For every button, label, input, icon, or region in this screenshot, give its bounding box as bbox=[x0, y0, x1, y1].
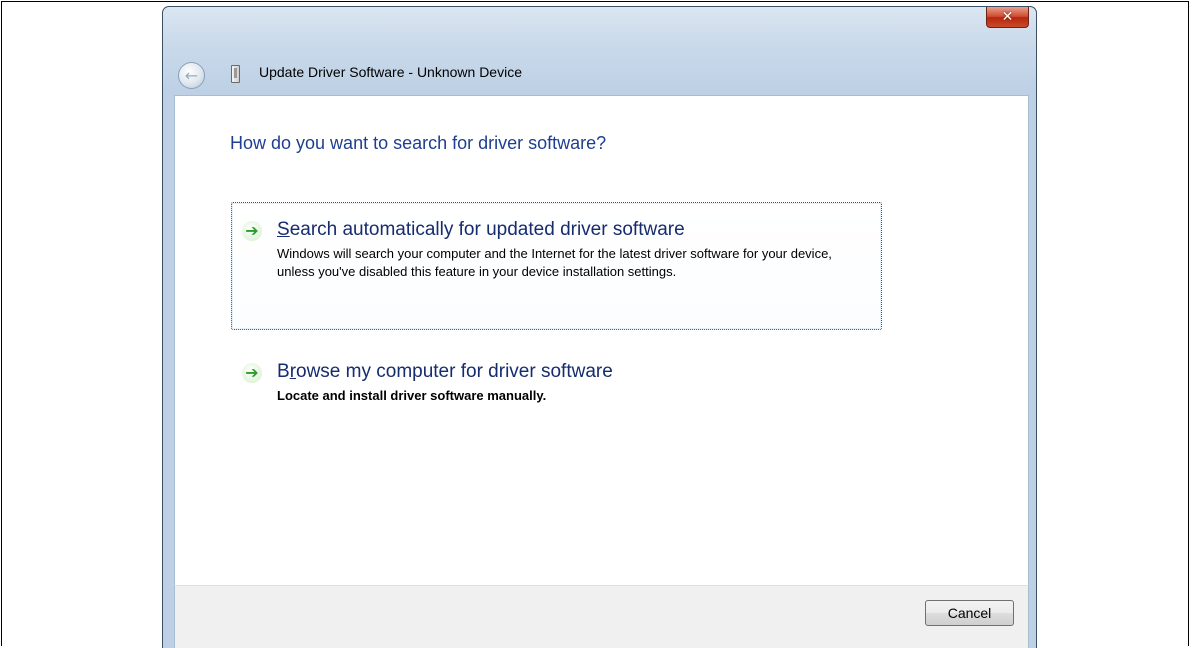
button-bar: Cancel bbox=[174, 585, 1029, 648]
browse-computer-option[interactable]: ➔ Browse my computer for driver software… bbox=[231, 344, 882, 416]
device-icon bbox=[231, 65, 240, 83]
option-description: Windows will search your computer and th… bbox=[277, 246, 832, 279]
option-title: Browse my computer for driver software bbox=[277, 361, 613, 382]
close-icon: ✕ bbox=[1001, 9, 1014, 25]
content-area: How do you want to search for driver sof… bbox=[174, 95, 1029, 585]
back-button[interactable]: ← bbox=[178, 62, 205, 89]
back-arrow-icon: ← bbox=[184, 66, 199, 85]
cancel-button[interactable]: Cancel bbox=[925, 600, 1014, 626]
green-arrow-icon: ➔ bbox=[242, 363, 262, 383]
window-title: Update Driver Software - Unknown Device bbox=[259, 64, 522, 80]
update-driver-dialog: ✕ ← Update Driver Software - Unknown Dev… bbox=[162, 6, 1037, 648]
option-description: Locate and install driver software manua… bbox=[277, 388, 547, 403]
green-arrow-icon: ➔ bbox=[242, 221, 262, 241]
page-heading: How do you want to search for driver sof… bbox=[230, 133, 607, 153]
search-automatically-option[interactable]: ➔ Search automatically for updated drive… bbox=[231, 202, 882, 330]
close-button[interactable]: ✕ bbox=[986, 7, 1029, 28]
option-title: Search automatically for updated driver … bbox=[277, 219, 685, 240]
